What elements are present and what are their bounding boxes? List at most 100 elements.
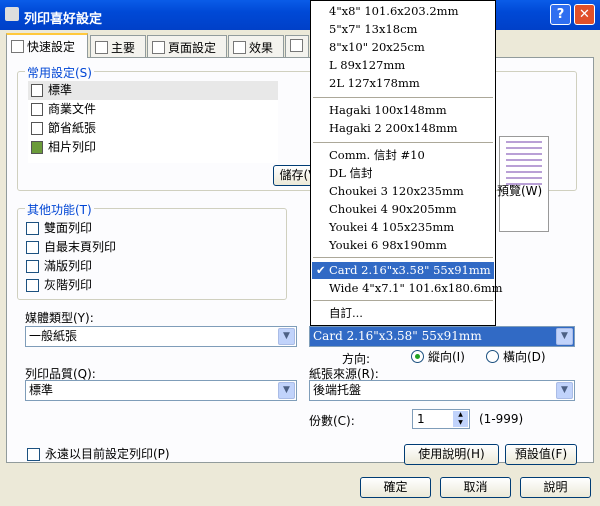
- dropdown-option[interactable]: Choukei 3 120x235mm: [312, 183, 494, 200]
- checkbox-box[interactable]: [27, 448, 40, 461]
- tab-label: 快速設定: [27, 40, 76, 54]
- checkbox-box[interactable]: [26, 279, 39, 292]
- menu-separator: [313, 300, 493, 301]
- media-type-select[interactable]: 一般紙張 ▼: [25, 326, 297, 347]
- reverse-order-checkbox[interactable]: 自最末頁列印: [26, 239, 116, 255]
- quality-select[interactable]: 標準 ▼: [25, 380, 297, 401]
- tab-label: 主要: [111, 41, 136, 55]
- list-item-label: 商業文件: [48, 102, 97, 116]
- checkbox-label: 永遠以目前設定列印(P): [45, 447, 170, 461]
- dropdown-option[interactable]: Comm. 信封 #10: [312, 147, 494, 164]
- defaults-button[interactable]: 預設值(F): [505, 444, 577, 465]
- dropdown-option[interactable]: 8"x10" 20x25cm: [312, 39, 494, 56]
- menu-separator: [313, 142, 493, 143]
- dropdown-option[interactable]: Hagaki 100x148mm: [312, 102, 494, 119]
- photo-icon: [31, 141, 43, 154]
- portrait-radio[interactable]: 縱向(I): [411, 349, 465, 365]
- borderless-checkbox[interactable]: 滿版列印: [26, 258, 92, 274]
- dropdown-option[interactable]: 2L 127x178mm: [312, 75, 494, 92]
- menu-separator: [313, 257, 493, 258]
- dropdown-option[interactable]: 4"x8" 101.6x203.2mm: [312, 3, 494, 20]
- paper-source-select[interactable]: 後端托盤 ▼: [309, 380, 575, 401]
- spin-down-icon[interactable]: ▼: [453, 419, 468, 427]
- list-item-label: 相片列印: [48, 140, 97, 154]
- dropdown-option[interactable]: Youkei 6 98x190mm: [312, 237, 494, 254]
- checkbox-label: 滿版列印: [44, 259, 93, 273]
- list-item[interactable]: 標準: [28, 81, 278, 100]
- other-features-label: 其他功能(T): [25, 201, 94, 218]
- tab-label: 效果: [249, 41, 274, 55]
- dialog-help-button[interactable]: 說明: [520, 477, 591, 498]
- checkbox-label: 自最末頁列印: [44, 240, 117, 254]
- option-label: Comm. 信封 #10: [329, 148, 425, 162]
- radio-dot[interactable]: [486, 350, 499, 363]
- tab-page-setup[interactable]: 頁面設定: [147, 35, 227, 57]
- paper-size-select[interactable]: Card 2.16"x3.58" 55x91mm ▼: [309, 326, 575, 347]
- copies-value: 1: [417, 412, 425, 426]
- option-label: 自訂...: [329, 306, 363, 320]
- duplex-checkbox[interactable]: 雙面列印: [26, 220, 92, 236]
- option-label: Choukei 3 120x235mm: [329, 184, 464, 198]
- checkbox-box[interactable]: [26, 260, 39, 273]
- media-type-label: 媒體類型(Y):: [25, 311, 94, 325]
- list-item[interactable]: 相片列印: [28, 138, 278, 157]
- grayscale-checkbox[interactable]: 灰階列印: [26, 277, 92, 293]
- option-label: Youkei 4 105x235mm: [329, 220, 455, 234]
- dropdown-option[interactable]: Wide 4"x7.1" 101.6x180.6mm: [312, 280, 503, 297]
- menu-separator: [313, 97, 493, 98]
- tab-effects[interactable]: 效果: [228, 35, 284, 57]
- preview-checkbox-label[interactable]: 預覽(W): [497, 182, 542, 199]
- option-label: 8"x10" 20x25cm: [329, 40, 425, 54]
- dropdown-option-selected[interactable]: ✔ Card 2.16"x3.58" 55x91mm: [312, 262, 494, 279]
- help-button[interactable]: 使用說明(H): [404, 444, 499, 465]
- quality-value: 標準: [29, 383, 54, 397]
- media-type-value: 一般紙張: [29, 329, 78, 343]
- window-title: 列印喜好設定: [24, 12, 103, 27]
- checkbox-label: 雙面列印: [44, 221, 93, 235]
- help-title-button[interactable]: ?: [550, 4, 571, 25]
- dropdown-option[interactable]: Choukei 4 90x205mm: [312, 201, 494, 218]
- dropdown-option[interactable]: DL 信封: [312, 165, 494, 182]
- page-setup-icon: [152, 41, 165, 54]
- chevron-down-icon[interactable]: ▼: [278, 328, 295, 345]
- chevron-down-icon[interactable]: ▼: [278, 382, 295, 399]
- copies-stepper[interactable]: 1 ▲ ▼: [412, 409, 470, 429]
- radio-label: 橫向(D): [503, 350, 546, 364]
- tab-main[interactable]: 主要: [90, 35, 146, 57]
- copies-range: (1-999): [479, 412, 524, 426]
- landscape-radio[interactable]: 橫向(D): [486, 349, 546, 365]
- tab-more[interactable]: [285, 35, 309, 57]
- chevron-down-icon[interactable]: ▼: [556, 328, 573, 345]
- dropdown-option[interactable]: L 89x127mm: [312, 57, 494, 74]
- paper-saving-icon: [31, 122, 43, 135]
- close-button[interactable]: ✕: [574, 4, 595, 25]
- paper-size-value: Card 2.16"x3.58" 55x91mm: [313, 329, 482, 343]
- spin-up-icon[interactable]: ▲: [453, 411, 468, 419]
- effects-icon: [233, 41, 246, 54]
- dropdown-option[interactable]: Youkei 4 105x235mm: [312, 219, 494, 236]
- list-item[interactable]: 商業文件: [28, 100, 278, 119]
- dropdown-option[interactable]: Hagaki 2 200x148mm: [312, 120, 494, 137]
- tab-quick-setup[interactable]: 快速設定: [6, 33, 88, 58]
- dropdown-option[interactable]: 5"x7" 13x18cm: [312, 21, 494, 38]
- option-label: Wide 4"x7.1" 101.6x180.6mm: [329, 281, 503, 295]
- quick-setup-icon: [11, 40, 24, 53]
- main-icon: [95, 41, 108, 54]
- radio-dot[interactable]: [411, 350, 424, 363]
- list-item[interactable]: 節省紙張: [28, 119, 278, 138]
- option-label: 4"x8" 101.6x203.2mm: [329, 4, 459, 18]
- checkbox-box[interactable]: [26, 222, 39, 235]
- common-settings-label: 常用設定(S): [25, 64, 94, 81]
- common-settings-list[interactable]: 標準 商業文件 節省紙張 相片列印: [28, 81, 278, 163]
- document-icon: [31, 84, 43, 97]
- checkbox-box[interactable]: [26, 241, 39, 254]
- option-label: L 89x127mm: [329, 58, 406, 72]
- chevron-down-icon[interactable]: ▼: [556, 382, 573, 399]
- always-print-checkbox[interactable]: 永遠以目前設定列印(P): [27, 446, 170, 462]
- dropdown-option[interactable]: 自訂...: [312, 305, 494, 322]
- checkbox-label: 灰階列印: [44, 278, 93, 292]
- title-bar: 列印喜好設定 ? ✕: [0, 0, 600, 30]
- ok-button[interactable]: 確定: [360, 477, 431, 498]
- cancel-button[interactable]: 取消: [440, 477, 511, 498]
- option-label: Card 2.16"x3.58" 55x91mm: [329, 263, 491, 277]
